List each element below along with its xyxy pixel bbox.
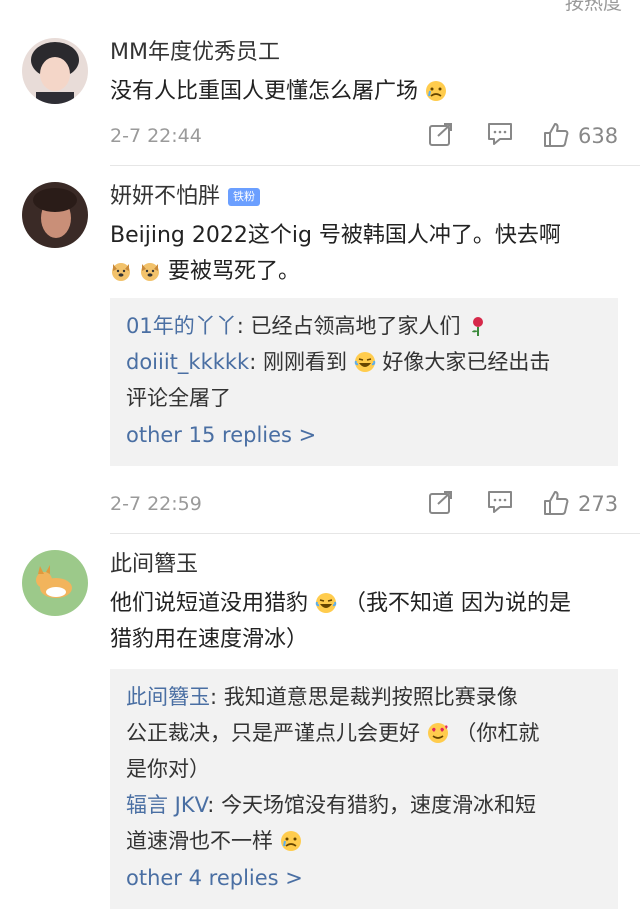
rose-emoji-icon — [472, 317, 484, 336]
heart-eyes-emoji-icon — [427, 723, 448, 743]
comment-icon[interactable] — [486, 489, 514, 515]
reply-username[interactable]: 01年的丫丫 — [126, 314, 237, 338]
avatar[interactable] — [22, 550, 88, 616]
comment-text: Beijing 2022这个ig 号被韩国人冲了。快去啊 要被骂死了。 — [110, 223, 561, 284]
username-row: 妍妍不怕胖 铁粉 — [110, 182, 618, 212]
like-count: 638 — [578, 124, 619, 148]
comment-icon[interactable] — [486, 121, 514, 147]
laughing-crying-emoji-icon — [354, 352, 375, 372]
laughing-crying-emoji-icon — [315, 593, 337, 613]
avatar[interactable] — [22, 38, 88, 104]
timestamp: 2-7 22:44 — [110, 125, 202, 147]
reply-username[interactable]: 辐言 JKV — [126, 793, 207, 817]
reply-username[interactable]: 此间簪玉 — [126, 685, 210, 709]
timestamp: 2-7 22:59 — [110, 493, 202, 515]
reply-box: 01年的丫丫: 已经占领高地了家人们 doiiit_kkkkk: 刚刚看到 好像… — [110, 298, 618, 466]
divider — [110, 165, 640, 166]
share-icon[interactable] — [428, 489, 454, 515]
more-replies-link[interactable]: other 15 replies > — [126, 416, 602, 454]
more-replies-link[interactable]: other 4 replies > — [126, 859, 602, 897]
username[interactable]: 妍妍不怕胖 — [110, 184, 220, 209]
crying-face-emoji-icon — [426, 81, 447, 101]
reply-item[interactable]: 辐言 JKV: 今天场馆没有猎豹，速度滑冰和短 道速滑也不一样 — [126, 787, 602, 859]
reply-username[interactable]: doiiit_kkkkk — [126, 350, 249, 374]
dog-face-emoji-icon — [112, 263, 130, 281]
reply-item[interactable]: doiiit_kkkkk: 刚刚看到 好像大家已经出击 评论全屠了 — [126, 344, 602, 416]
thumbs-up-icon[interactable] — [542, 489, 570, 517]
reply-item[interactable]: 此间簪玉: 我知道意思是裁判按照比赛录像 公正裁决，只是严谨点儿会更好 （你杠就… — [126, 679, 602, 787]
fan-badge[interactable]: 铁粉 — [228, 188, 261, 206]
share-icon[interactable] — [428, 121, 454, 147]
like-count: 273 — [578, 492, 619, 516]
dog-face-emoji-icon — [141, 263, 159, 281]
crying-face-emoji-icon — [280, 831, 301, 851]
comment-text: 他们说短道没用猎豹 （我不知道 因为说的是 猎豹用在速度滑冰） — [110, 591, 572, 652]
divider — [110, 533, 640, 534]
comment-text: 没有人比重国人更懂怎么屠广场 — [110, 74, 618, 110]
username[interactable]: MM年度优秀员工 — [110, 38, 618, 68]
username[interactable]: 此间簪玉 — [110, 550, 618, 580]
sort-label[interactable]: 按热度 — [565, 0, 622, 15]
reply-box: 此间簪玉: 我知道意思是裁判按照比赛录像 公正裁决，只是严谨点儿会更好 （你杠就… — [110, 669, 618, 909]
thumbs-up-icon[interactable] — [542, 121, 570, 149]
avatar[interactable] — [22, 182, 88, 248]
reply-item[interactable]: 01年的丫丫: 已经占领高地了家人们 — [126, 308, 602, 344]
